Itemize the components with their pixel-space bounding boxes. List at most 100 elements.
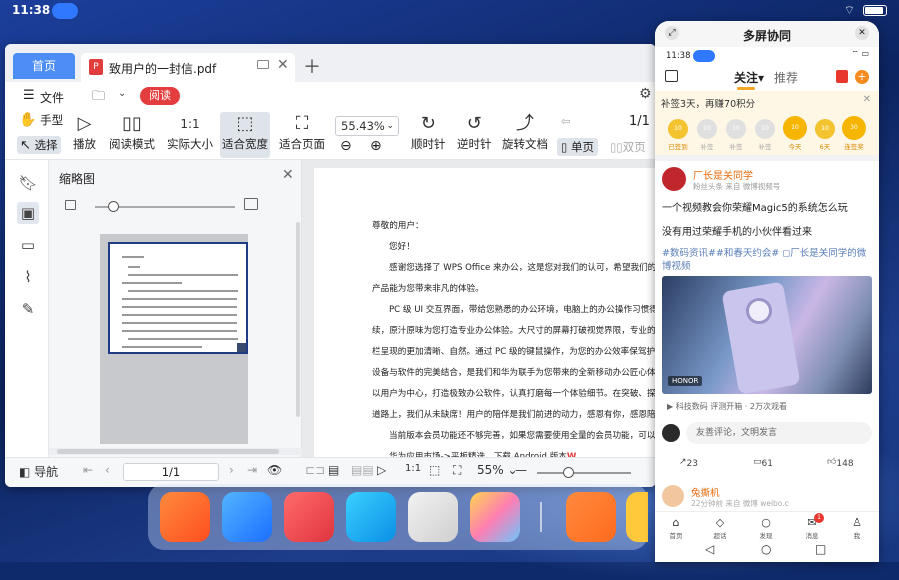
signin-banner[interactable]: 补签3天，再赚70积分 ✕ 10 10 10 10 10 10 30 已签到 补… <box>655 91 879 155</box>
last-page-icon[interactable]: ⇥ <box>247 463 257 477</box>
single-page-button[interactable]: ▯ 单页 <box>557 138 598 156</box>
music-app-icon[interactable] <box>222 492 272 542</box>
gear-icon[interactable]: ⚙ <box>639 86 652 102</box>
tab-me[interactable]: ♙ 我 <box>842 515 872 540</box>
post-username[interactable]: 厂长是关同学 <box>693 167 753 182</box>
red-packet-icon[interactable] <box>836 70 848 83</box>
comment-icon[interactable]: ▭ <box>17 234 39 256</box>
actual-size-button[interactable]: 1:1 实际大小 <box>167 112 213 152</box>
post-hashtags[interactable]: #数码资讯##和春天约会# ◻厂长是关同学的微博视频 <box>662 247 874 273</box>
avatar[interactable] <box>662 485 684 507</box>
post-username[interactable]: 兔撕机 <box>691 485 720 499</box>
thumbnail-scrollbar[interactable] <box>296 222 300 417</box>
actual-size-label: 实际大小 <box>167 137 213 151</box>
tab-discover[interactable]: ○ 发现 <box>751 515 781 540</box>
zoom-select[interactable]: 55.43% ⌄ <box>335 116 399 136</box>
hand-tool[interactable]: ✋ 手型 <box>19 112 63 128</box>
tab-messages[interactable]: ✉ 消息 1 <box>797 513 827 540</box>
video-app-icon[interactable] <box>160 492 210 542</box>
rotate-doc-button[interactable]: ⤴ 旋转文档 <box>502 112 548 152</box>
edit-icon[interactable] <box>665 70 678 82</box>
avatar[interactable] <box>662 167 686 191</box>
tab-follow[interactable]: 关注▾ <box>734 69 764 86</box>
zoom-slider[interactable] <box>537 467 631 478</box>
like-button[interactable]: 👍︎ 148 <box>827 457 854 469</box>
tab-document[interactable]: P 致用户的一封信.pdf ✕ <box>81 53 295 82</box>
attachment-icon[interactable]: ⌇ <box>17 266 39 288</box>
signature-icon[interactable]: ✎ <box>17 298 39 320</box>
close-tab-icon[interactable]: ✕ <box>277 57 289 73</box>
scrollbar-thumb[interactable] <box>57 449 279 454</box>
navigation-button[interactable]: ◧ 导航 <box>19 463 58 480</box>
close-icon[interactable]: ✕ <box>863 94 871 105</box>
read-button[interactable]: 阅读 <box>140 87 180 105</box>
chevron-down-icon[interactable]: ⌄ <box>118 88 126 99</box>
page-width-icon[interactable]: ⊏⊐ <box>305 463 325 477</box>
fit-page-button[interactable]: ⛶ 适合页面 <box>279 112 325 152</box>
zoom-percent[interactable]: 55% ⌄ <box>477 463 518 477</box>
gallery-app-icon[interactable] <box>470 492 520 542</box>
coin-icon: 10 <box>726 119 746 139</box>
horizontal-scrollbar[interactable] <box>49 448 302 455</box>
rotate-counterclockwise-button[interactable]: ↺ 逆时针 <box>457 112 492 152</box>
fit-width-icon[interactable]: ⬚ <box>429 463 440 477</box>
prev-page-icon[interactable]: ‹ <box>105 463 110 477</box>
double-page-button[interactable]: ▯▯双页 <box>610 139 646 155</box>
small-image-icon[interactable] <box>65 200 76 210</box>
double-page-icon[interactable]: ▤▤ <box>351 463 374 477</box>
page-thumbnail[interactable] <box>108 242 248 354</box>
fit-page-icon[interactable]: ⛶ <box>453 463 461 478</box>
play-button[interactable]: ▷ 播放 <box>73 112 96 152</box>
file-menu[interactable]: 文件 <box>40 89 64 106</box>
back-icon[interactable]: ◁ <box>705 542 714 556</box>
repost-button[interactable]: ↗ 23 <box>679 457 698 469</box>
zoom-slider-knob[interactable] <box>563 467 574 478</box>
large-image-icon[interactable] <box>244 198 258 210</box>
select-tool[interactable]: ↖ 选择 <box>17 136 61 154</box>
rotate-clockwise-button[interactable]: ↻ 顺时针 <box>411 112 446 152</box>
fit-width-button[interactable]: ⬚ 适合宽度 <box>220 112 270 158</box>
zoom-out-icon[interactable]: — <box>515 463 527 477</box>
document-view[interactable]: 尊敬的用户： 您好！ 感谢您选择了 WPS Office 来办公，这是您对我们的… <box>302 160 656 462</box>
multi-screen-icon[interactable] <box>52 3 78 19</box>
tab-super-topic[interactable]: ◇ 超话 <box>705 515 735 540</box>
zoom-in-icon[interactable]: ⊕ <box>370 138 382 154</box>
tab-home[interactable]: ⌂ 首页 <box>661 515 691 540</box>
page-number-input[interactable]: 1/1 <box>123 463 219 481</box>
post-video-thumbnail[interactable]: HONOR <box>662 276 872 394</box>
new-tab-button[interactable]: ＋ <box>303 53 321 79</box>
folder-icon[interactable]: 🗀 <box>92 87 105 109</box>
repost-count: 23 <box>686 459 698 469</box>
zoom-out-icon[interactable]: ⊖ <box>340 138 352 154</box>
first-page-icon[interactable]: ⇤ <box>83 463 93 477</box>
thumbnail-size-slider[interactable] <box>95 201 235 212</box>
close-icon[interactable]: ✕ <box>282 167 294 183</box>
add-icon[interactable]: + <box>855 70 869 84</box>
browser-app-icon[interactable] <box>346 492 396 542</box>
read-mode-button[interactable]: ▯▯ 阅读模式 <box>109 112 155 152</box>
actual-size-icon[interactable]: 1:1 <box>405 463 421 474</box>
slider-knob[interactable] <box>108 201 119 212</box>
hamburger-icon[interactable]: ☰ <box>23 88 35 103</box>
comment-button[interactable]: ▭ 61 <box>753 457 773 469</box>
home-circle-icon[interactable]: ○ <box>761 542 771 556</box>
wps-app-icon[interactable] <box>566 492 616 542</box>
notes-app-icon[interactable] <box>626 492 648 542</box>
recents-icon[interactable]: □ <box>815 542 826 556</box>
thumbnail-icon[interactable]: ▣ <box>17 202 39 224</box>
doc-line: 栏呈现的更加清晰、自然。通过 PC 级的键鼠操作，为您的办公效率保驾护航。 <box>372 347 656 357</box>
play-icon[interactable]: ▷ <box>377 463 386 477</box>
prev-page-icon[interactable]: ⇦ <box>561 114 571 128</box>
books-app-icon[interactable] <box>284 492 334 542</box>
next-page-icon[interactable]: › <box>229 463 234 477</box>
tab-home[interactable]: 首页 <box>13 53 75 79</box>
tab-recommend[interactable]: 推荐 <box>774 69 798 86</box>
window-icon[interactable] <box>257 60 269 69</box>
single-page-icon[interactable]: ▤ <box>328 463 339 477</box>
camera-app-icon[interactable] <box>408 492 458 542</box>
nav-panel-icon: ◧ <box>19 465 31 479</box>
close-icon[interactable]: ✕ <box>855 26 869 40</box>
eye-icon[interactable]: 👁︎ <box>267 463 282 477</box>
comment-input[interactable]: 友善评论，文明发言 <box>686 422 872 444</box>
bookmark-icon[interactable]: 🔖︎ <box>17 172 39 194</box>
